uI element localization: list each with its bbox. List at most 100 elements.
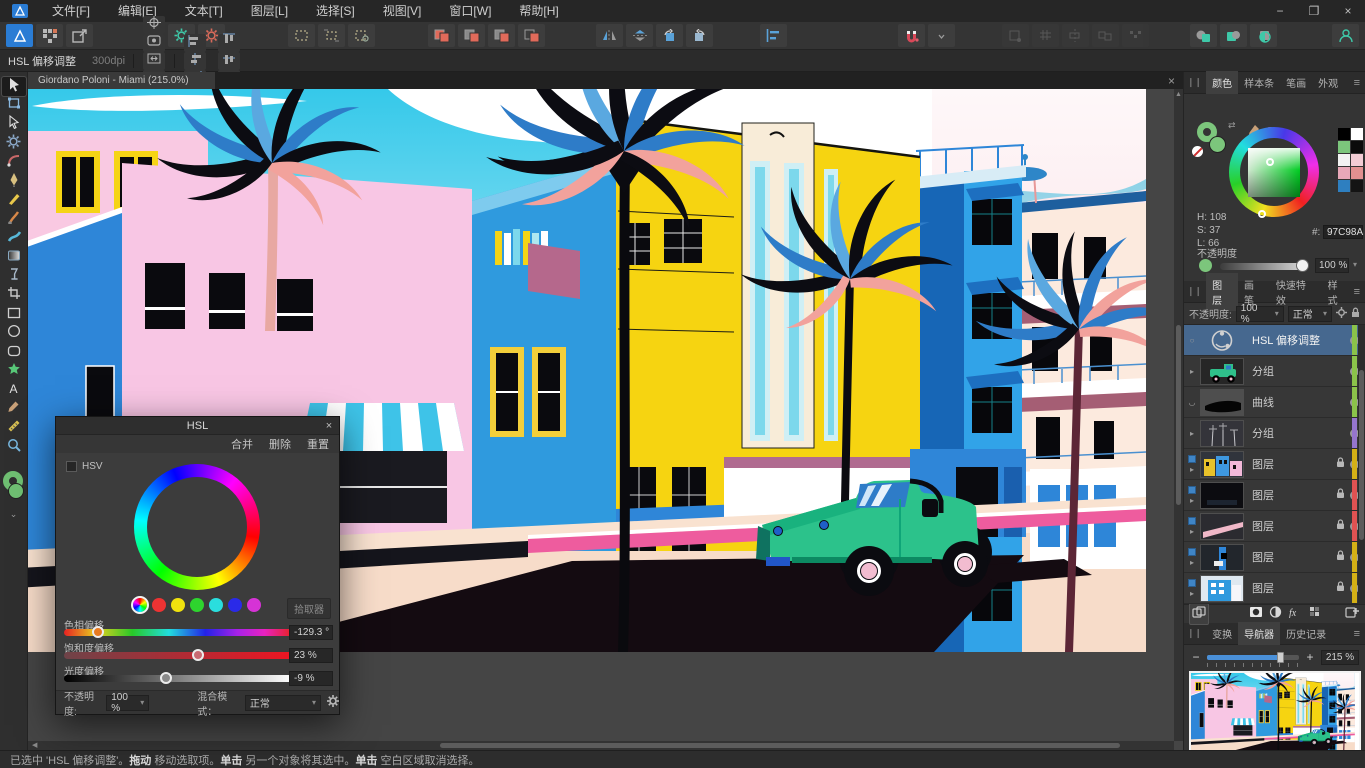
opacity-slider-handle[interactable] [1296,259,1309,272]
point-transform-tool[interactable] [2,134,26,153]
dialog-opacity-dropdown[interactable]: 100 %▾ [106,695,149,711]
cycle-selection-button[interactable] [143,34,165,52]
expand-chevron-icon[interactable]: ▸ [1190,429,1194,438]
snapping-options-chevron-button[interactable] [928,24,955,47]
opacity-chevron-icon[interactable]: ▾ [1353,260,1357,269]
menu-item-5[interactable]: 视图[V] [369,4,436,18]
swatch-cell-1[interactable] [1351,128,1363,140]
vertical-scrollbar[interactable]: ▲ [1174,89,1183,741]
opacity-slider[interactable] [1220,263,1304,270]
lock-icon[interactable] [1336,579,1345,597]
close-icon[interactable]: × [1331,0,1365,22]
lock-icon[interactable] [1336,486,1345,504]
zoom-value[interactable]: 215 % [1321,650,1359,665]
insert-behind-button[interactable] [1190,24,1217,47]
lock-icon[interactable] [1336,455,1345,473]
swatch-cell-2[interactable] [1338,141,1350,153]
document-tab[interactable]: Giordano Poloni - Miami (215.0%) [28,72,215,89]
ellipse-tool[interactable] [2,324,26,343]
swatch-cell-8[interactable] [1338,180,1350,192]
channel-swatch-1[interactable] [152,598,166,612]
menu-item-2[interactable]: 文本[T] [171,4,237,18]
channel-swatch-3[interactable] [190,598,204,612]
channel-swatch-0[interactable] [133,598,147,612]
paint-brush-tool[interactable] [2,229,26,248]
close-view-icon[interactable]: × [1168,74,1175,88]
layers-blend-dropdown[interactable]: 正常▾ [1288,306,1332,322]
fill-stroke-swatch[interactable] [2,471,26,505]
layers-opacity-dropdown[interactable]: 100 %▾ [1236,306,1284,322]
snap-objects-button[interactable] [1092,24,1119,47]
transparency-tool[interactable] [2,267,26,286]
vector-brush-tool[interactable] [2,210,26,229]
boolean-xor-button[interactable] [518,24,545,47]
expand-chevron-icon[interactable]: ▸ [1190,367,1194,376]
zoom-tool[interactable] [2,438,26,457]
mask-layer-button[interactable] [1249,605,1263,623]
panel-menu-icon[interactable]: ≡ [1354,628,1360,640]
menu-item-0[interactable]: 文件[F] [38,4,104,18]
artboard-tool[interactable] [2,96,26,115]
slider-value[interactable]: 23 % [289,648,333,663]
layer-select-box[interactable] [1188,517,1196,525]
swatch-cell-3[interactable] [1351,141,1363,153]
no-color-swatch[interactable] [1192,146,1203,157]
layers-scrollbar-thumb[interactable] [1359,370,1364,540]
color-panel-tab-0[interactable]: 颜色 [1206,71,1238,94]
layer-row-4[interactable]: ▸图层 [1184,449,1365,480]
layer-effects-button[interactable]: fx [1288,605,1302,623]
layer-row-2[interactable]: ◡曲线 [1184,387,1365,418]
layer-select-box[interactable] [1188,548,1196,556]
vector-crop-tool[interactable] [2,286,26,305]
fill-color-swatch[interactable] [1209,136,1226,153]
channel-swatch-5[interactable] [228,598,242,612]
pixel-persona-button[interactable] [36,24,63,47]
add-layer-button[interactable] [1345,605,1359,623]
swatch-cell-4[interactable] [1338,154,1350,166]
boolean-add-button[interactable] [428,24,455,47]
hsl-dialog-titlebar[interactable]: HSL × [56,417,339,435]
slider-handle[interactable] [192,649,204,661]
close-icon[interactable]: × [319,420,339,432]
menu-item-4[interactable]: 选择[S] [302,4,369,18]
align-middle-button[interactable] [218,52,240,70]
slider-handle[interactable] [92,626,104,638]
expand-chevron-icon[interactable]: ▸ [1190,465,1194,474]
opacity-value[interactable]: 100 % [1315,258,1349,273]
rotate-ccw-button[interactable] [656,24,683,47]
fill-gradient-tool[interactable] [2,248,26,267]
align-left-button[interactable] [184,34,206,52]
layer-select-box[interactable] [1188,455,1196,463]
horizontal-scrollbar[interactable]: ◀ [28,741,1174,750]
vertical-scrollbar-thumb[interactable] [1176,325,1181,505]
account-button[interactable] [1332,24,1359,47]
sl-handle[interactable] [1266,158,1274,166]
fill-swatch[interactable] [8,483,24,499]
layers-settings-gear-icon[interactable] [1336,305,1347,323]
rounded-rectangle-tool[interactable] [2,343,26,362]
rectangle-tool[interactable] [2,305,26,324]
swap-colors-icon[interactable]: ⇄ [1228,120,1236,131]
layer-row-5[interactable]: ▸图层 [1184,480,1365,511]
node-tool[interactable] [2,115,26,134]
channel-swatch-2[interactable] [171,598,185,612]
horizontal-scrollbar-thumb[interactable] [440,743,1120,748]
merge-button[interactable]: 合并 [231,436,253,452]
mirror-selection-button[interactable] [143,52,165,70]
boolean-intersect-button[interactable] [488,24,515,47]
measure-tool[interactable] [2,419,26,438]
color-picker-tool[interactable] [2,400,26,419]
insert-inside-button[interactable] [1220,24,1247,47]
hex-input[interactable]: 97C98A [1323,225,1363,239]
slider-track[interactable] [64,652,292,659]
flip-horizontal-button[interactable] [596,24,623,47]
layer-select-box[interactable] [1188,486,1196,494]
lock-icon[interactable] [1336,548,1345,566]
boolean-subtract-button[interactable] [458,24,485,47]
pen-tool[interactable] [2,172,26,191]
corner-tool[interactable] [2,153,26,172]
snapping-magnet-button[interactable] [898,24,925,47]
menu-item-3[interactable]: 图层[L] [237,4,302,18]
layer-row-7[interactable]: ▸图层 [1184,542,1365,573]
align-center-button[interactable] [184,52,206,70]
